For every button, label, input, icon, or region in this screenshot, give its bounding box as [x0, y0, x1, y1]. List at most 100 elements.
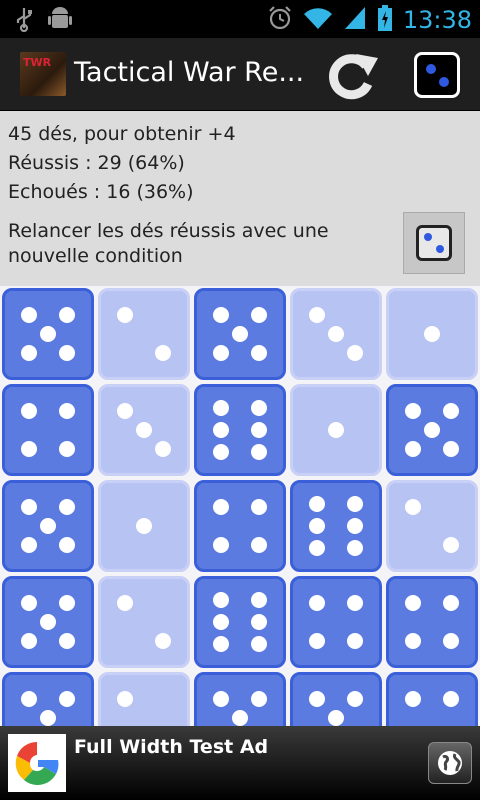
die-pip [58, 403, 75, 420]
die-pip [309, 518, 326, 534]
dice-grid [0, 286, 480, 726]
die-pip [250, 422, 267, 438]
die-pip [328, 326, 344, 342]
die-pip [40, 518, 56, 534]
die-success [386, 672, 478, 726]
die-pip [117, 595, 134, 612]
die-pip [442, 536, 459, 553]
die-pip [424, 326, 440, 342]
app-title: Tactical War Re... [74, 57, 305, 88]
app-logo-text: TWR [23, 56, 52, 69]
refresh-icon [329, 54, 378, 100]
die-pip [117, 307, 134, 324]
open-ad-button[interactable] [428, 742, 472, 784]
die-pip [250, 399, 267, 416]
die-pip [154, 632, 171, 649]
die-fail [98, 288, 190, 380]
die-pip [232, 326, 248, 342]
die-pip [58, 691, 75, 708]
app-logo[interactable]: TWR [20, 52, 66, 96]
ad-logo [8, 734, 66, 792]
die-pip [58, 499, 75, 516]
die-pip [58, 344, 75, 361]
fail-count-text: Echoués : 16 (36%) [8, 181, 194, 203]
die-pip [117, 691, 134, 708]
relaunch-button[interactable] [403, 212, 465, 274]
die-pip [346, 518, 363, 534]
die-success [194, 480, 286, 572]
die-pip [58, 536, 75, 553]
die-pip [328, 422, 344, 438]
die-pip [250, 444, 267, 461]
die-pip [21, 344, 38, 361]
die-success [194, 288, 286, 380]
die-pip [346, 344, 363, 361]
die-pip [405, 499, 422, 516]
die-pip [309, 307, 326, 324]
die-fail [290, 384, 382, 476]
die-fail [98, 576, 190, 668]
refresh-button[interactable] [322, 48, 382, 104]
roll-summary: 45 dés, pour obtenir +4 Réussis : 29 (64… [0, 111, 480, 287]
die-pip [309, 540, 326, 557]
die-success [2, 576, 94, 668]
die-success [194, 576, 286, 668]
die-pip [328, 710, 344, 726]
die-pip [213, 307, 230, 324]
roll-dice-button[interactable] [414, 52, 460, 98]
dice-count-text: 45 dés, pour obtenir +4 [8, 123, 236, 145]
die-pip [40, 326, 56, 342]
usb-icon [14, 6, 34, 36]
die-pip [58, 440, 75, 457]
die-pip [250, 636, 267, 653]
die-pip [154, 344, 171, 361]
die-pip [346, 540, 363, 557]
die-pip [40, 614, 56, 630]
alarm-icon [267, 5, 293, 35]
die-pip [21, 440, 38, 457]
die-pip [21, 632, 38, 649]
globe-icon [438, 751, 462, 775]
die-pip [250, 591, 267, 608]
die-pip [405, 632, 422, 649]
ad-text: Full Width Test Ad [74, 736, 269, 758]
die-pip [21, 536, 38, 553]
signal-icon [343, 5, 367, 35]
die-pip [232, 710, 248, 726]
die-pip [309, 495, 326, 512]
die-pip [21, 691, 38, 708]
die-fail [98, 384, 190, 476]
die-pip [309, 595, 326, 612]
die-pip [213, 591, 230, 608]
die-pip [213, 614, 230, 630]
die-success [386, 576, 478, 668]
die-success [2, 672, 94, 726]
ad-banner[interactable]: Full Width Test Ad [0, 726, 480, 800]
relaunch-label: Relancer les dés réussis avec une nouvel… [8, 220, 329, 267]
success-count-text: Réussis : 29 (64%) [8, 152, 185, 174]
die-pip [213, 399, 230, 416]
die-pip [442, 632, 459, 649]
die-pip [58, 595, 75, 612]
wifi-icon [303, 5, 333, 35]
die-success [290, 672, 382, 726]
die-pip [250, 691, 267, 708]
die-success [386, 384, 478, 476]
die-fail [98, 672, 190, 726]
die-pip [213, 344, 230, 361]
action-bar: TWR Tactical War Re... [0, 38, 480, 111]
die-pip [346, 595, 363, 612]
die-pip [405, 595, 422, 612]
die-pip [213, 444, 230, 461]
die-success [2, 480, 94, 572]
status-time: 13:38 [402, 6, 472, 34]
die-pip [405, 403, 422, 420]
die-pip [309, 632, 326, 649]
battery-icon [377, 4, 393, 36]
die-pip [213, 536, 230, 553]
die-pip [442, 403, 459, 420]
die-success [194, 672, 286, 726]
die-pip [136, 422, 152, 438]
dice-icon [416, 225, 452, 261]
die-pip [58, 307, 75, 324]
